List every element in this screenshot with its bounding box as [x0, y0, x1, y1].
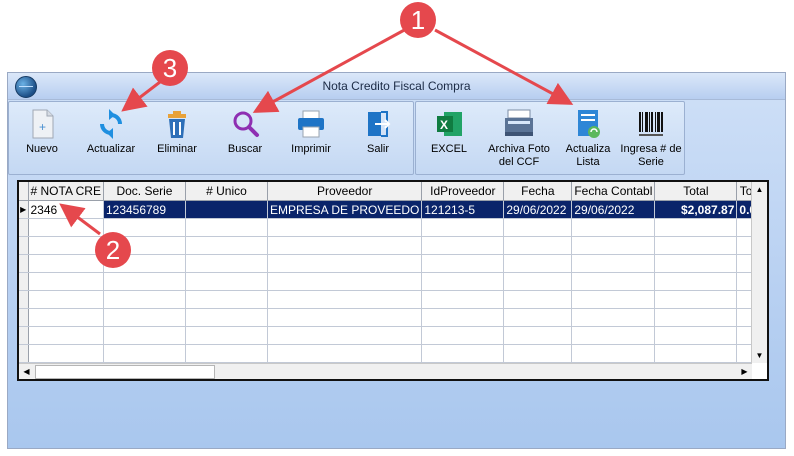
- arrow-to-actualiza-lista: [434, 28, 574, 105]
- annotation-badge-2: 2: [95, 232, 131, 268]
- annotation-arrows: [59, 26, 574, 236]
- annotation-badge-3: 3: [152, 50, 188, 86]
- arrow-to-first-row: [59, 203, 101, 236]
- arrow-to-actualizar: [121, 80, 161, 112]
- annotation-badge-1: 1: [400, 2, 436, 38]
- arrow-to-buscar: [252, 26, 409, 113]
